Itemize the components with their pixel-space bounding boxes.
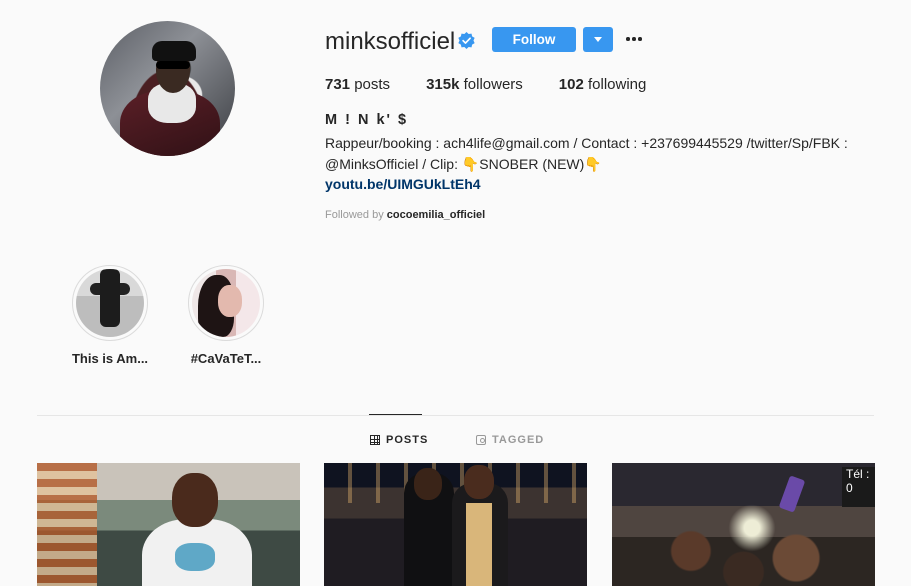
bio-line: Rappeur/booking : ach4life@gmail.com / C…: [325, 135, 848, 151]
post-thumbnail[interactable]: [324, 463, 587, 586]
followed-by-user-link[interactable]: cocoemilia_officiel: [387, 209, 485, 221]
more-dot-icon: [632, 37, 636, 41]
tab-tagged[interactable]: TAGGED: [476, 434, 544, 446]
following-stat[interactable]: 102 following: [559, 76, 647, 93]
followers-label: followers: [463, 76, 523, 93]
chevron-down-icon: [594, 37, 602, 42]
highlight-label: #CaVaTeT...: [190, 351, 262, 366]
following-count: 102: [558, 76, 584, 93]
avatar-cap: [152, 41, 196, 61]
profile-bio: Rappeur/booking : ach4life@gmail.com / C…: [325, 133, 865, 175]
highlight-ring: [72, 265, 148, 341]
story-highlight[interactable]: #CaVaTeT...: [186, 265, 266, 366]
tab-posts[interactable]: POSTS: [370, 434, 428, 446]
post-sign-text: Tél : 0: [842, 467, 875, 507]
highlight-ring: [188, 265, 264, 341]
post-shirt-logo: [175, 543, 215, 571]
post-person-right-head: [464, 465, 494, 499]
profile-username: minksofficiel: [325, 28, 456, 55]
posts-label: posts: [354, 76, 391, 93]
followers-stat[interactable]: 315k followers: [426, 76, 523, 93]
post-thumbnail[interactable]: [37, 463, 300, 586]
tag-icon: [476, 435, 486, 445]
highlight-label: This is Am...: [71, 351, 149, 366]
profile-avatar[interactable]: [100, 21, 235, 156]
highlight-cover-image: [76, 269, 144, 337]
post-person-right-shirt: [466, 503, 492, 586]
more-options-button[interactable]: [625, 31, 645, 47]
story-highlight[interactable]: This is Am...: [70, 265, 150, 366]
more-dot-icon: [626, 37, 630, 41]
post-thumbnail[interactable]: Tél : 0: [612, 463, 875, 586]
post-person-left-head: [414, 468, 442, 500]
active-tab-indicator: [369, 414, 422, 415]
post-person: [137, 473, 257, 586]
more-dot-icon: [638, 37, 642, 41]
verified-badge-icon: [458, 32, 475, 49]
posts-count-stat: 731 posts: [325, 76, 390, 93]
post-background-shelf: [37, 463, 97, 586]
bio-line: @MinksOfficiel / Clip: 👇SNOBER (NEW)👇: [325, 156, 602, 172]
profile-full-name: M ! N k' $: [325, 112, 409, 128]
tab-tagged-label: TAGGED: [492, 434, 545, 446]
posts-count: 731: [325, 76, 351, 93]
followed-by-prefix: Followed by: [325, 209, 384, 221]
following-label: following: [588, 76, 647, 93]
post-person-head: [172, 473, 218, 527]
avatar-sunglasses: [156, 61, 190, 69]
post-raised-phone: [778, 475, 806, 513]
highlight-figure: [100, 269, 120, 327]
followed-by: Followed by cocoemilia_officiel: [325, 209, 485, 221]
profile-website-link[interactable]: youtu.be/UIMGUkLtEh4: [325, 176, 481, 192]
post-crowd: [612, 523, 875, 586]
grid-icon: [370, 435, 380, 445]
profile-stats: 731 posts 315k followers 102 following: [325, 76, 682, 93]
highlight-cover-image: [192, 269, 260, 337]
suggested-accounts-dropdown-button[interactable]: [583, 27, 613, 52]
followers-count: 315k: [426, 76, 460, 93]
follow-button[interactable]: Follow: [492, 27, 576, 52]
highlight-face: [218, 285, 242, 317]
tabs-divider: [37, 415, 874, 416]
tab-posts-label: POSTS: [386, 434, 429, 446]
